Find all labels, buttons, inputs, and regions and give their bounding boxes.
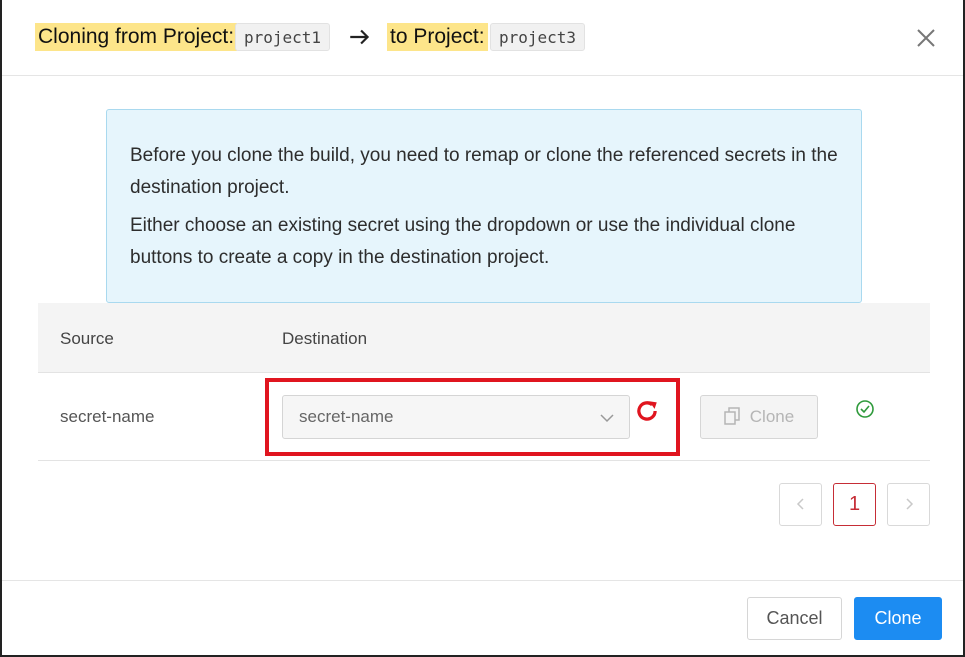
chevron-left-icon: [796, 498, 804, 510]
chevron-down-icon: [600, 414, 614, 423]
info-text-1: Before you clone the build, you need to …: [130, 145, 838, 198]
clone-secret-button[interactable]: Clone: [700, 395, 818, 439]
chevron-right-icon: [905, 498, 913, 510]
refresh-icon[interactable]: [634, 398, 660, 424]
info-alert: Before you clone the build, you need to …: [106, 109, 862, 303]
to-project-label: to Project:: [387, 23, 488, 51]
pagination-page-1[interactable]: 1: [833, 483, 876, 526]
destination-selected-value: secret-name: [299, 407, 394, 426]
destination-secret-select[interactable]: secret-name: [282, 395, 630, 439]
pagination-next[interactable]: [887, 483, 930, 526]
close-icon[interactable]: [914, 26, 938, 50]
arrow-right-icon: [350, 29, 370, 45]
column-header-source: Source: [60, 329, 114, 348]
info-text-2: Either choose an existing secret using t…: [130, 215, 796, 268]
copy-icon: [724, 407, 740, 425]
to-project-name: project3: [490, 23, 586, 51]
modal-header: Cloning from Project: project1 to Projec…: [2, 0, 963, 76]
from-project-label: Cloning from Project:: [35, 23, 238, 51]
table-header: Source Destination: [38, 303, 930, 373]
modal-footer: Cancel Clone: [2, 580, 963, 657]
column-header-destination: Destination: [282, 329, 368, 348]
pagination-prev[interactable]: [779, 483, 822, 526]
check-circle-icon: [856, 400, 874, 418]
source-secret-name: secret-name: [60, 407, 155, 426]
clone-secrets-modal: Cloning from Project: project1 to Projec…: [0, 0, 965, 657]
from-project-name: project1: [235, 23, 331, 51]
cancel-button[interactable]: Cancel: [747, 597, 842, 640]
clone-button[interactable]: Clone: [854, 597, 942, 640]
table-row: secret-name secret-name Clone: [38, 373, 930, 461]
clone-secret-label: Clone: [749, 407, 795, 426]
